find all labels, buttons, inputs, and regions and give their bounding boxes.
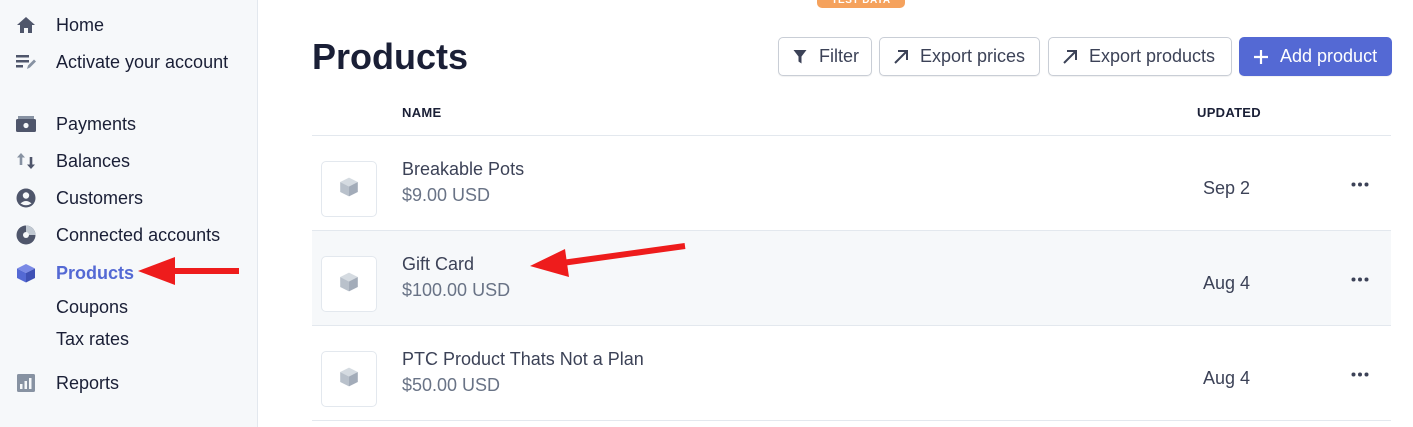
product-box-icon bbox=[338, 176, 360, 203]
product-price: $50.00 USD bbox=[402, 375, 501, 395]
add-product-button[interactable]: Add product bbox=[1239, 37, 1392, 76]
sidebar-item-label: Reports bbox=[56, 372, 120, 393]
column-header-name[interactable]: NAME bbox=[402, 105, 441, 120]
sidebar-item-coupons[interactable]: Coupons bbox=[56, 297, 128, 318]
annotation-arrow-icon bbox=[530, 243, 686, 277]
product-box-icon bbox=[338, 271, 360, 298]
connected-accounts-icon bbox=[15, 224, 37, 246]
checklist-edit-icon bbox=[15, 51, 37, 73]
sidebar-item-tax-rates[interactable]: Tax rates bbox=[56, 329, 129, 350]
table-row[interactable]: PTC Product Thats Not a Plan $50.00 USD … bbox=[312, 326, 1391, 420]
product-name[interactable]: PTC Product Thats Not a Plan bbox=[402, 349, 644, 370]
home-icon bbox=[15, 14, 37, 36]
reports-icon bbox=[15, 372, 37, 394]
annotation-arrow-icon bbox=[138, 257, 239, 285]
products-box-icon bbox=[15, 262, 37, 284]
product-updated: Aug 4 bbox=[1203, 368, 1251, 388]
export-products-label: Export products bbox=[1089, 46, 1216, 66]
column-header-updated[interactable]: UPDATED bbox=[1197, 105, 1261, 120]
sidebar-item-connected-accounts[interactable]: Connected accounts bbox=[0, 220, 258, 250]
export-prices-label: Export prices bbox=[920, 46, 1026, 66]
product-name[interactable]: Gift Card bbox=[402, 254, 474, 275]
sidebar-item-payments[interactable]: Payments bbox=[0, 109, 258, 139]
sidebar-item-customers[interactable]: Customers bbox=[0, 183, 258, 213]
test-data-badge: TEST DATA bbox=[817, 0, 905, 8]
product-box-icon bbox=[338, 366, 360, 393]
product-updated: Sep 2 bbox=[1203, 178, 1251, 198]
sidebar: Home Activate your account Payments Bala… bbox=[0, 0, 258, 427]
divider bbox=[312, 420, 1391, 421]
sidebar-item-label: Payments bbox=[56, 113, 137, 134]
export-arrow-icon bbox=[892, 48, 910, 66]
sidebar-item-activate[interactable]: Activate your account bbox=[0, 47, 258, 77]
export-arrow-icon bbox=[1061, 48, 1079, 66]
product-price: $100.00 USD bbox=[402, 280, 511, 300]
export-prices-button[interactable]: Export prices bbox=[879, 37, 1040, 76]
filter-button[interactable]: Filter bbox=[778, 37, 872, 76]
filter-button-label: Filter bbox=[819, 46, 859, 66]
product-thumbnail bbox=[321, 161, 377, 217]
payments-icon bbox=[15, 113, 37, 135]
product-name[interactable]: Breakable Pots bbox=[402, 159, 524, 180]
more-actions-icon[interactable] bbox=[1348, 364, 1372, 384]
table-row[interactable]: Gift Card $100.00 USD Aug 4 bbox=[312, 231, 1391, 325]
product-updated: Aug 4 bbox=[1203, 273, 1251, 293]
export-products-button[interactable]: Export products bbox=[1048, 37, 1232, 76]
sidebar-item-label: Activate your account bbox=[56, 51, 229, 72]
product-thumbnail bbox=[321, 351, 377, 407]
customers-icon bbox=[15, 187, 37, 209]
plus-icon bbox=[1252, 48, 1270, 66]
table-row[interactable]: Breakable Pots $9.00 USD Sep 2 bbox=[312, 136, 1391, 230]
sidebar-item-label: Home bbox=[56, 14, 105, 35]
sidebar-item-balances[interactable]: Balances bbox=[0, 146, 258, 176]
balances-arrows-icon bbox=[15, 150, 37, 172]
sidebar-item-label: Connected accounts bbox=[56, 224, 221, 245]
sidebar-item-reports[interactable]: Reports bbox=[0, 368, 258, 398]
product-price: $9.00 USD bbox=[402, 185, 491, 205]
page-title: Products bbox=[312, 36, 469, 77]
sidebar-item-home[interactable]: Home bbox=[0, 10, 258, 40]
sidebar-item-label: Products bbox=[56, 262, 135, 283]
sidebar-item-label: Customers bbox=[56, 187, 144, 208]
more-actions-icon[interactable] bbox=[1348, 269, 1372, 289]
sidebar-item-label: Balances bbox=[56, 150, 131, 171]
product-thumbnail bbox=[321, 256, 377, 312]
filter-icon bbox=[791, 48, 809, 66]
add-product-label: Add product bbox=[1280, 46, 1378, 66]
more-actions-icon[interactable] bbox=[1348, 174, 1372, 194]
